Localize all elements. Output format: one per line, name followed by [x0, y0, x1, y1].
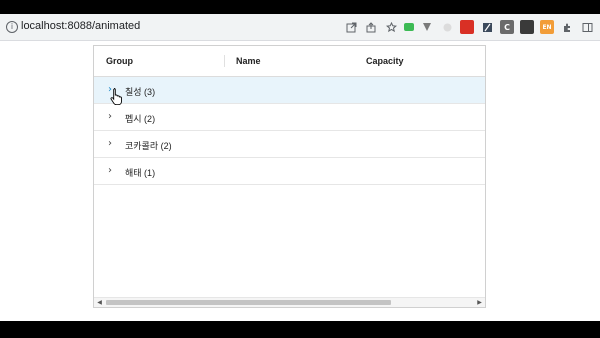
extension-green-icon[interactable]	[404, 23, 414, 31]
column-header-name[interactable]: Name	[236, 46, 261, 76]
column-divider[interactable]	[224, 55, 225, 67]
group-row[interactable]: › 펩시 (2)	[94, 104, 485, 131]
scroll-left-icon[interactable]: ◀	[95, 298, 104, 307]
share-icon[interactable]	[364, 20, 378, 34]
sidebar-icon[interactable]	[580, 20, 594, 34]
extension-orange-icon[interactable]: EN	[540, 20, 554, 34]
group-label: 칠성 (3)	[125, 87, 156, 97]
grid-body: › 칠성 (3) › 펩시 (2) › 코카콜라 (2) › 해태 (1)	[94, 77, 485, 185]
browser-window: i localhost:8088/animated C EN Group Nam…	[0, 14, 600, 321]
hand-cursor-icon	[110, 88, 122, 105]
expand-chevron-icon[interactable]: ›	[108, 138, 116, 150]
group-label: 코카콜라 (2)	[125, 141, 172, 151]
grouped-grid: Group Name Capacity › 칠성 (3) › 펩시 (2) › …	[93, 45, 486, 308]
scroll-right-icon[interactable]: ▶	[475, 298, 484, 307]
column-header-group[interactable]: Group	[106, 46, 133, 76]
browser-address-bar: i localhost:8088/animated C EN	[0, 14, 600, 41]
url-text[interactable]: localhost:8088/animated	[21, 20, 140, 32]
expand-chevron-icon[interactable]: ›	[108, 165, 116, 177]
extension-dark-icon[interactable]	[520, 20, 534, 34]
info-icon[interactable]: i	[6, 21, 18, 33]
extension-c-icon[interactable]: C	[500, 20, 514, 34]
extension-gray-icon[interactable]	[440, 20, 454, 34]
group-row[interactable]: › 코카콜라 (2)	[94, 131, 485, 158]
grid-header: Group Name Capacity	[94, 46, 485, 77]
group-row[interactable]: › 칠성 (3)	[94, 77, 485, 105]
horizontal-scrollbar[interactable]: ◀ ▶	[94, 297, 485, 307]
group-label: 해태 (1)	[125, 168, 156, 178]
column-header-capacity[interactable]: Capacity	[366, 46, 404, 76]
group-label: 펩시 (2)	[125, 114, 156, 124]
extension-red-icon[interactable]	[460, 20, 474, 34]
extensions-puzzle-icon[interactable]	[560, 20, 574, 34]
group-row[interactable]: › 해태 (1)	[94, 158, 485, 185]
star-icon[interactable]	[384, 20, 398, 34]
extension-v-icon[interactable]	[420, 20, 434, 34]
extension-slash-icon[interactable]	[480, 20, 494, 34]
open-external-icon[interactable]	[344, 20, 358, 34]
toolbar-icons: C EN	[344, 19, 594, 35]
expand-chevron-icon[interactable]: ›	[108, 111, 116, 123]
scrollbar-thumb[interactable]	[106, 300, 391, 305]
